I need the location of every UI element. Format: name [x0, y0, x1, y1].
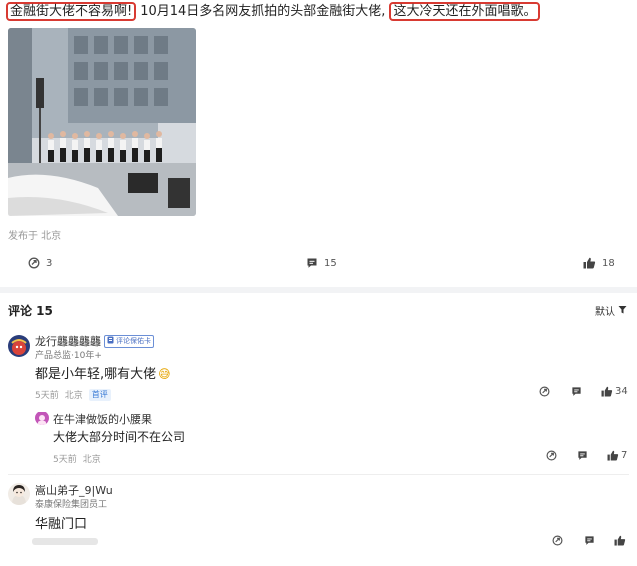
repost-icon	[546, 450, 557, 461]
like-icon	[601, 386, 613, 397]
commenter-title: 产品总监·10年+	[35, 351, 102, 361]
reply-button[interactable]	[571, 386, 582, 397]
highlight-phrase-2: 这大冷天还在外面唱歌。	[389, 2, 541, 21]
comment-actions: 34	[0, 386, 637, 406]
section-separator	[0, 287, 637, 293]
reply-actions: 7	[0, 450, 637, 470]
badge-icon	[107, 336, 114, 347]
expert-badge: 评论保佑卡	[104, 334, 154, 348]
repost-count: 3	[46, 257, 53, 269]
comment-text-content: 都是小年轻,哪有大佬	[35, 367, 157, 382]
comment-icon	[584, 535, 595, 546]
reply-button[interactable]	[577, 450, 588, 461]
comment-text: 华融门口	[35, 517, 88, 532]
commenter-name-text: 龙行龘龘龘龘	[35, 335, 101, 348]
repost-button[interactable]	[539, 386, 550, 397]
reply-author-name[interactable]: 在牛津做饭的小腰果	[53, 411, 152, 427]
badge-text: 评论保佑卡	[116, 337, 151, 345]
filter-icon	[618, 305, 627, 317]
comment-count: 15	[324, 257, 337, 269]
like-button[interactable]: 34	[601, 386, 628, 397]
reply-button[interactable]	[584, 535, 595, 546]
like-button[interactable]: 7	[607, 450, 627, 461]
comment-icon	[577, 450, 588, 461]
post-sentence: 10月14日多名网友抓拍的头部金融街大佬,	[140, 4, 386, 19]
commenter-name[interactable]: 嵩山弟子_9|Wu	[35, 482, 113, 498]
emoji: 😅	[158, 367, 171, 381]
comment-divider	[8, 474, 629, 475]
like-icon	[607, 450, 619, 461]
repost-button[interactable]	[546, 450, 557, 461]
sort-label: 默认	[595, 307, 615, 318]
like-icon	[614, 535, 626, 546]
like-button[interactable]	[614, 535, 626, 546]
comment-icon	[306, 257, 318, 269]
repost-icon	[552, 535, 563, 546]
comment-button[interactable]: 15	[306, 257, 337, 269]
avatar[interactable]	[35, 411, 49, 425]
like-count: 7	[621, 450, 628, 461]
comment-actions	[0, 535, 637, 555]
comment-icon	[571, 386, 582, 397]
highlight-phrase-1: 金融街大佬不容易啊!	[6, 2, 137, 21]
reply-text: 大佬大部分时间不在公司	[53, 430, 186, 444]
repost-icon	[539, 386, 550, 397]
like-button[interactable]: 18	[583, 257, 615, 269]
like-count: 34	[615, 386, 628, 397]
publish-location: 发布于 北京	[8, 231, 62, 242]
repost-button[interactable]	[552, 535, 563, 546]
avatar[interactable]	[8, 483, 30, 505]
sort-dropdown[interactable]: 默认	[595, 303, 627, 318]
repost-button[interactable]: 3	[28, 257, 52, 269]
commenter-name[interactable]: 龙行龘龘龘龘 评论保佑卡	[35, 333, 154, 349]
repost-icon	[28, 257, 40, 269]
like-count: 18	[602, 257, 615, 269]
avatar[interactable]	[8, 335, 30, 357]
like-icon	[583, 257, 596, 269]
comment-text: 都是小年轻,哪有大佬 😅	[35, 363, 171, 382]
comments-title: 评论 15	[8, 304, 53, 318]
post-photo[interactable]	[8, 28, 196, 216]
post-action-bar: 3 15 18	[0, 257, 637, 277]
post-text: 金融街大佬不容易啊! 10月14日多名网友抓拍的头部金融街大佬, 这大冷天还在外面唱…	[6, 2, 631, 22]
commenter-title: 泰康保险集团员工	[35, 500, 108, 510]
